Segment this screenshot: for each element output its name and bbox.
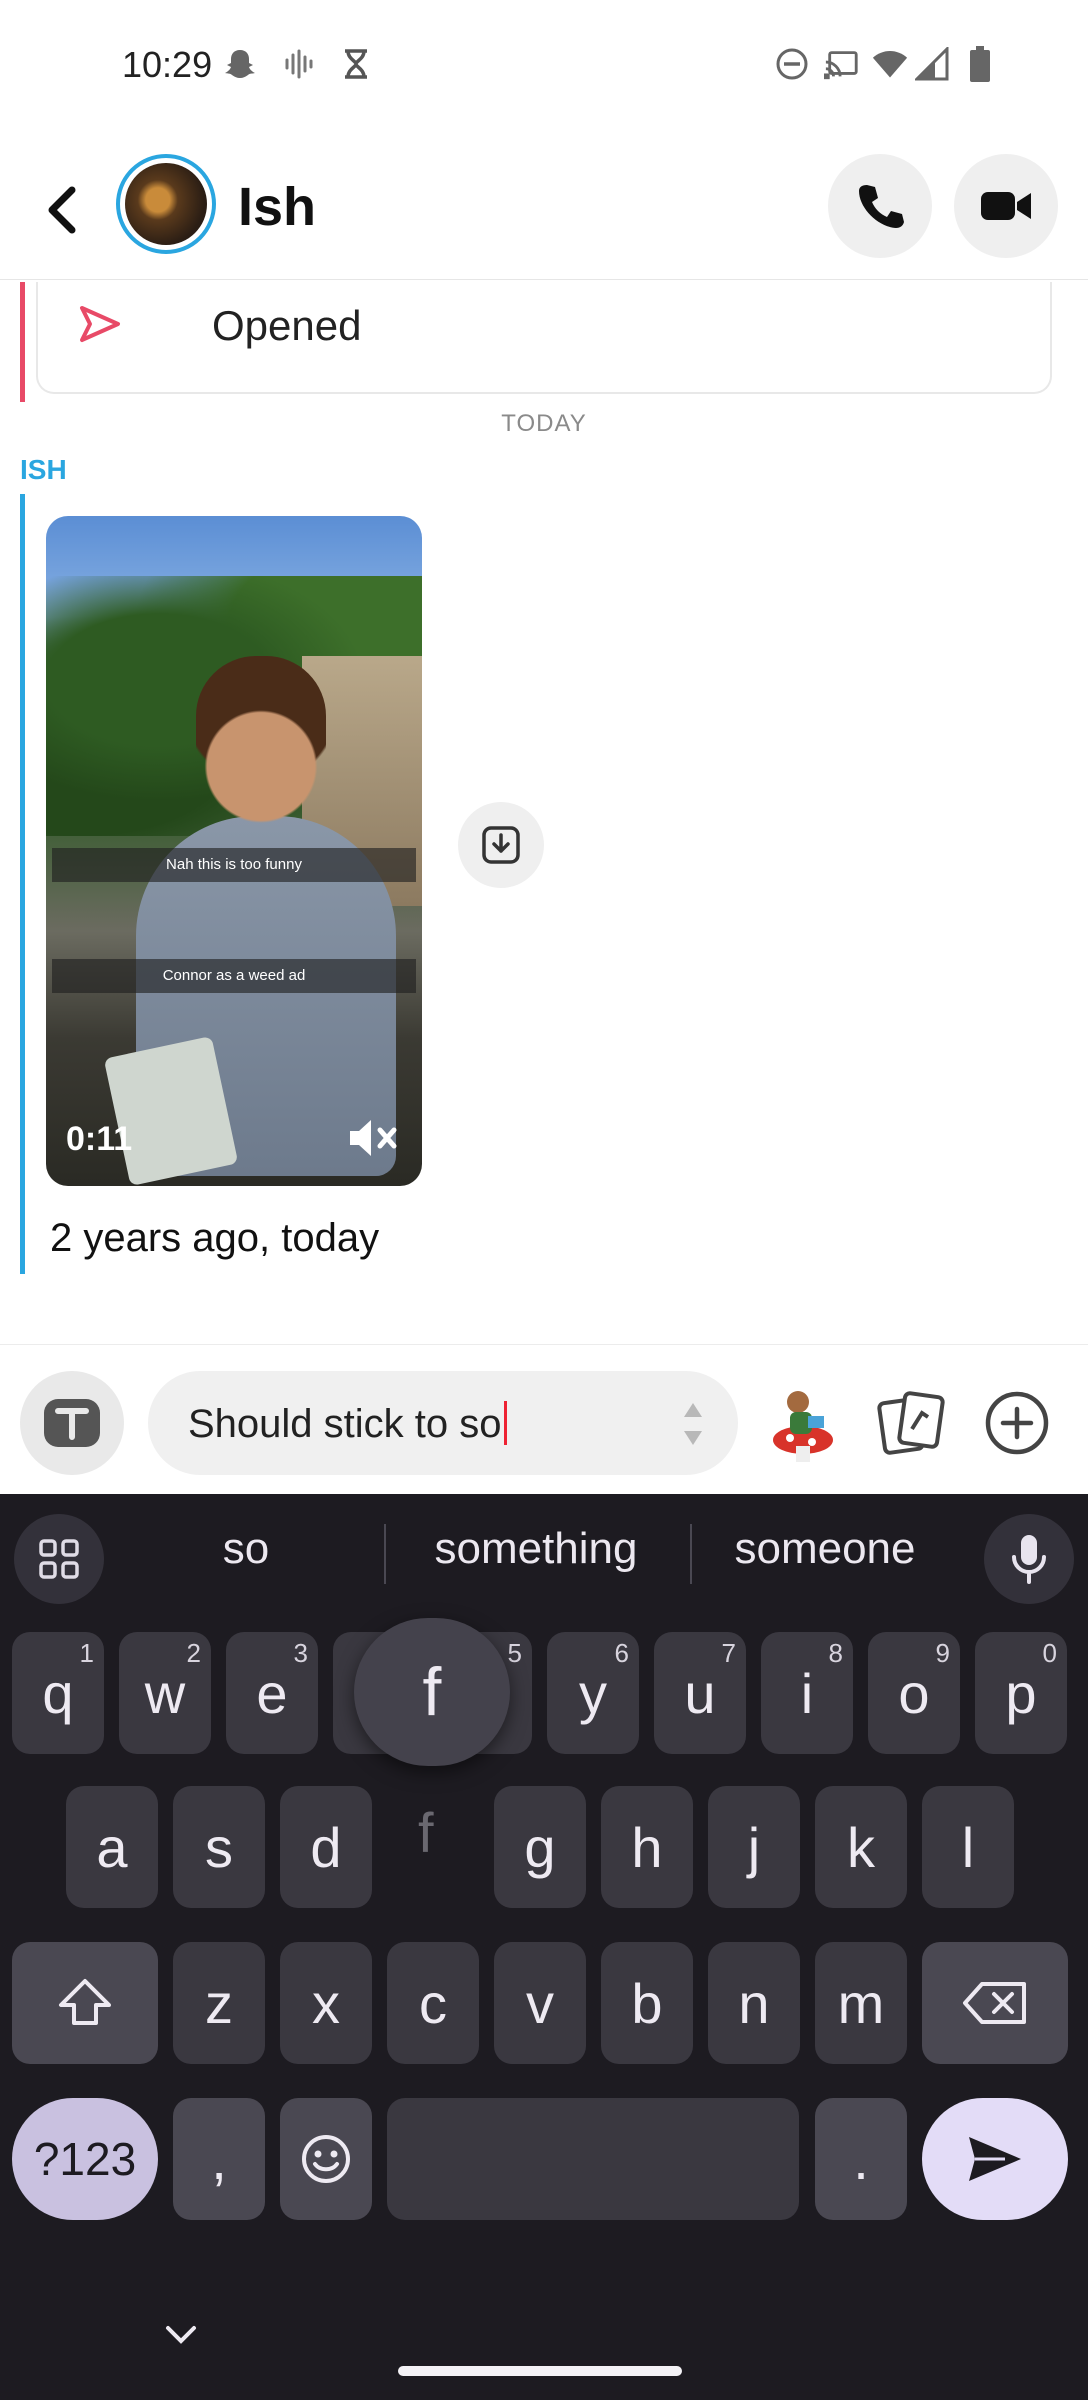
wifi-icon (872, 46, 908, 82)
key-d[interactable]: d (280, 1786, 372, 1908)
send-icon (969, 2137, 1021, 2181)
key-y[interactable]: y6 (547, 1632, 639, 1754)
do-not-disturb-icon (774, 46, 810, 82)
apps-grid-button[interactable] (14, 1514, 104, 1604)
suggestion-someone[interactable]: someone (700, 1524, 950, 1574)
comma-key[interactable]: , (173, 2098, 265, 2220)
key-p[interactable]: p0 (975, 1632, 1067, 1754)
shift-key[interactable] (12, 1942, 158, 2064)
snapchat-ghost-icon (222, 46, 258, 82)
phone-icon (859, 185, 904, 228)
text-mode-button[interactable] (20, 1371, 124, 1475)
video-message[interactable]: Nah this is too funny Connor as a weed a… (46, 516, 422, 1186)
message-composer: Should stick to so (0, 1344, 1088, 1494)
save-to-chat-button[interactable] (458, 802, 544, 888)
sender-label: ISH (20, 454, 67, 485)
message-input-text: Should stick to so (188, 1401, 507, 1447)
home-indicator[interactable] (398, 2366, 682, 2376)
microphone-icon (1012, 1535, 1046, 1584)
video-caption: Nah this is too funny (52, 848, 416, 882)
received-indicator-bar (20, 494, 25, 1274)
key-u[interactable]: u7 (654, 1632, 746, 1754)
key-o[interactable]: o9 (868, 1632, 960, 1754)
key-x[interactable]: x (280, 1942, 372, 2064)
message-input[interactable]: Should stick to so (148, 1371, 738, 1475)
voicemail-icon (280, 46, 316, 82)
hourglass-icon (338, 46, 374, 82)
video-duration: 0:11 (66, 1120, 133, 1158)
memory-text: 2 years ago, today (50, 1216, 380, 1260)
key-j[interactable]: j (708, 1786, 800, 1908)
key-w[interactable]: w2 (119, 1632, 211, 1754)
key-q[interactable]: q1 (12, 1632, 104, 1754)
speaker-muted-icon[interactable] (348, 1116, 400, 1160)
backspace-icon (963, 1982, 1026, 2024)
key-s[interactable]: s (173, 1786, 265, 1908)
voice-input-button[interactable] (984, 1514, 1074, 1604)
grid-icon (39, 1539, 79, 1579)
keyboard: so something someone q1 w2 e3 r4 t5 y6 u… (0, 1494, 1088, 2400)
key-c[interactable]: c (387, 1942, 479, 2064)
shift-icon (59, 1979, 111, 2025)
status-time: 10:29 (122, 44, 213, 85)
key-n[interactable]: n (708, 1942, 800, 2064)
key-v[interactable]: v (494, 1942, 586, 2064)
key-m[interactable]: m (815, 1942, 907, 2064)
avatar[interactable] (116, 154, 216, 254)
plus-button[interactable] (972, 1373, 1062, 1473)
expand-icon[interactable] (682, 1401, 704, 1447)
period-key[interactable]: . (815, 2098, 907, 2220)
back-button[interactable] (40, 180, 84, 240)
key-l[interactable]: l (922, 1786, 1014, 1908)
send-key[interactable] (922, 2098, 1068, 2220)
key-z[interactable]: z (173, 1942, 265, 2064)
video-camera-icon (981, 192, 1031, 220)
backspace-key[interactable] (922, 1942, 1068, 2064)
battery-icon (962, 46, 998, 82)
bitmoji-sticker-icon (773, 1391, 833, 1462)
suggestion-so[interactable]: so (166, 1524, 326, 1574)
signal-icon (914, 46, 950, 82)
bitmoji-sticker-button[interactable] (758, 1373, 848, 1473)
chevron-down-icon (166, 2326, 196, 2344)
cards-button[interactable] (866, 1373, 956, 1473)
emoji-key[interactable] (280, 2098, 372, 2220)
chevron-left-icon (48, 186, 76, 234)
date-divider: TODAY (501, 410, 587, 437)
cast-icon (824, 46, 860, 82)
text-t-icon (44, 1399, 100, 1447)
save-to-chat-icon (482, 826, 520, 864)
opened-status-card[interactable]: Opened (36, 282, 1052, 394)
chat-header: Ish (0, 140, 1088, 280)
sent-arrow-icon (78, 304, 122, 349)
key-e[interactable]: e3 (226, 1632, 318, 1754)
voice-call-button[interactable] (828, 154, 932, 258)
key-preview-popup: f (354, 1618, 510, 1766)
emoji-icon (302, 2135, 350, 2183)
key-i[interactable]: i8 (761, 1632, 853, 1754)
status-bar: 10:29 (0, 0, 1088, 140)
key-f[interactable]: f (418, 1800, 434, 1865)
contact-name[interactable]: Ish (238, 176, 316, 238)
sent-indicator-bar (20, 282, 25, 402)
video-call-button[interactable] (954, 154, 1058, 258)
key-a[interactable]: a (66, 1786, 158, 1908)
key-k[interactable]: k (815, 1786, 907, 1908)
key-b[interactable]: b (601, 1942, 693, 2064)
opened-label: Opened (212, 302, 362, 349)
video-caption: Connor as a weed ad (52, 959, 416, 993)
key-g[interactable]: g (494, 1786, 586, 1908)
plus-circle-icon (985, 1391, 1049, 1455)
symbols-key[interactable]: ?123 (12, 2098, 158, 2220)
hide-keyboard-button[interactable] (164, 2324, 198, 2346)
key-h[interactable]: h (601, 1786, 693, 1908)
space-key[interactable] (387, 2098, 799, 2220)
cards-icon (877, 1391, 945, 1455)
suggestion-something[interactable]: something (396, 1524, 676, 1574)
